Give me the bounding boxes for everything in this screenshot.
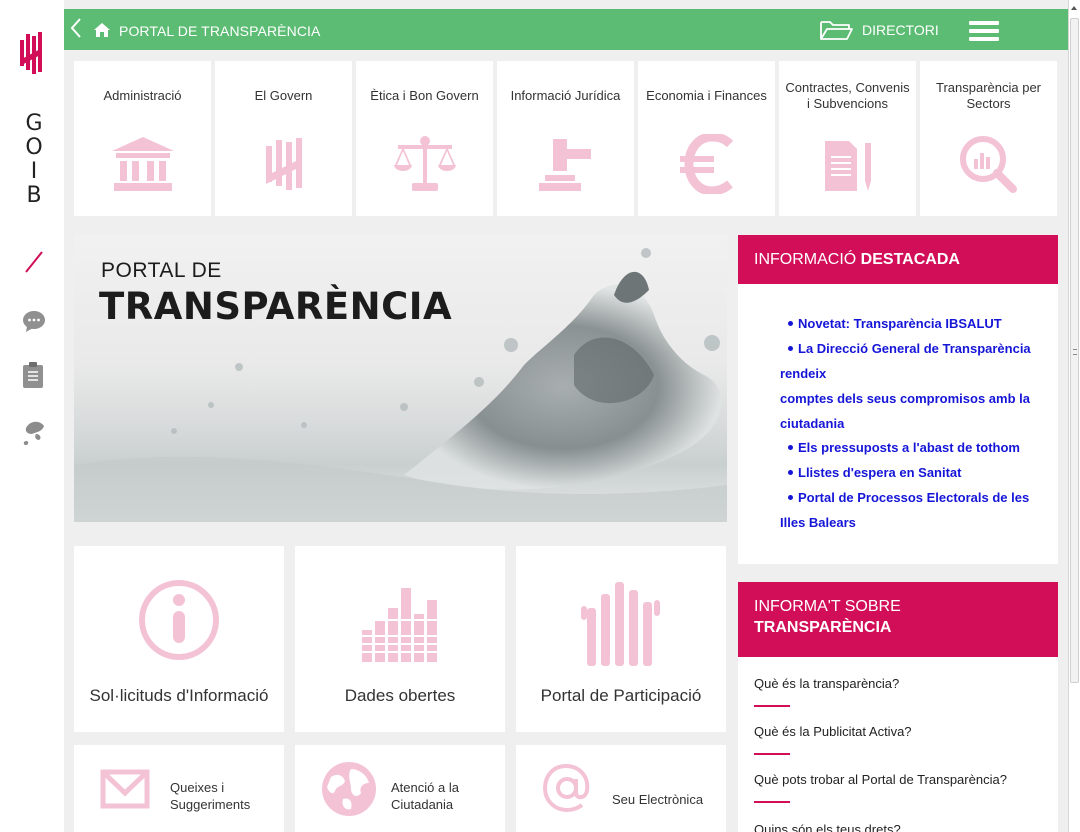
gavel-icon bbox=[497, 131, 634, 196]
clipboard-icon[interactable] bbox=[22, 362, 44, 393]
category-tile-contractes[interactable]: Contractes, Convenis i Subvencions bbox=[779, 61, 916, 216]
tile-label: Sol·licituds d'Informació bbox=[89, 686, 269, 705]
news-link[interactable]: La Direcció General de Transparència bbox=[798, 336, 1031, 361]
category-label: Economia i Finances bbox=[646, 88, 767, 103]
at-sign-icon bbox=[542, 763, 592, 818]
faq-divider bbox=[754, 753, 790, 755]
bar-chart-icon bbox=[295, 578, 505, 668]
faq-divider bbox=[754, 801, 790, 803]
chevron-left-icon[interactable] bbox=[70, 17, 82, 43]
news-link-cont[interactable]: ciutadania bbox=[780, 411, 844, 436]
faq-link[interactable]: Quins són els teus drets? bbox=[754, 822, 901, 832]
folder-icon[interactable] bbox=[819, 19, 853, 46]
category-tile-economia[interactable]: Economia i Finances bbox=[638, 61, 775, 216]
main-content: PORTAL DE TRANSPARÈNCIA DIRECTORI Admini… bbox=[64, 0, 1068, 832]
hero-title: TRANSPARÈNCIA bbox=[99, 285, 453, 328]
category-tile-etica[interactable]: Ètica i Bon Govern bbox=[356, 61, 493, 216]
news-link-cont[interactable]: rendeix bbox=[780, 361, 826, 386]
globe-icon bbox=[321, 762, 377, 822]
news-link[interactable]: Novetat: Transparència IBSALUT bbox=[798, 311, 1002, 336]
complaints-tile[interactable]: Queixes i Suggeriments bbox=[74, 745, 284, 832]
slash-icon bbox=[24, 250, 44, 279]
citizen-service-tile[interactable]: Atenció a la Ciutadania bbox=[295, 745, 505, 832]
balearic-map-icon[interactable] bbox=[22, 418, 48, 453]
featured-info-header: INFORMACIÓ DESTACADA bbox=[738, 235, 1058, 284]
chat-icon[interactable] bbox=[22, 310, 46, 337]
news-link-cont[interactable]: Illes Balears bbox=[780, 510, 856, 535]
info-requests-tile[interactable]: Sol·licituds d'Informació bbox=[74, 546, 284, 732]
category-label: Administració bbox=[103, 88, 182, 103]
directory-link[interactable]: DIRECTORI bbox=[862, 22, 939, 38]
page: G O I B PORTAL DE TRANSPARÈNCIA DIRECTOR… bbox=[0, 0, 1080, 832]
learn-about-title-2: TRANSPARÈNCIA bbox=[754, 619, 892, 636]
news-link-cont[interactable]: comptes dels seus compromisos amb la bbox=[780, 386, 1030, 411]
featured-info-panel: INFORMACIÓ DESTACADA Novetat: Transparèn… bbox=[738, 235, 1058, 564]
goib-letter: B bbox=[26, 183, 42, 208]
goib-rail: G O I B bbox=[0, 0, 64, 832]
category-tile-sectors[interactable]: Transparència per Sectors bbox=[920, 61, 1057, 216]
hamburger-icon[interactable] bbox=[969, 21, 999, 41]
envelope-icon bbox=[100, 769, 150, 814]
participation-tile[interactable]: Portal de Participació bbox=[516, 546, 726, 732]
scroll-up-arrow-icon[interactable] bbox=[1071, 6, 1077, 10]
featured-title-bold: DESTACADA bbox=[860, 251, 960, 268]
featured-title-normal: INFORMACIÓ bbox=[754, 251, 861, 268]
open-data-tile[interactable]: Dades obertes bbox=[295, 546, 505, 732]
top-navigation-bar: PORTAL DE TRANSPARÈNCIA DIRECTORI bbox=[64, 9, 1068, 50]
hero-banner: PORTAL DE TRANSPARÈNCIA bbox=[74, 235, 727, 522]
category-tile-juridica[interactable]: Informació Jurídica bbox=[497, 61, 634, 216]
scales-icon bbox=[356, 131, 493, 196]
raised-hands-icon bbox=[516, 578, 726, 668]
category-tile-govern[interactable]: El Govern bbox=[215, 61, 352, 216]
government-logo-icon bbox=[215, 131, 352, 196]
scrollbar-thumb[interactable] bbox=[1070, 18, 1079, 683]
tile-label: Portal de Participació bbox=[540, 686, 702, 705]
tile-label: Atenció a la Ciutadania bbox=[391, 780, 459, 812]
category-label: Transparència per Sectors bbox=[935, 80, 1041, 111]
faq-link[interactable]: Què és la transparència? bbox=[754, 676, 899, 691]
learn-about-panel: INFORMA'T SOBRE TRANSPARÈNCIA Què és la … bbox=[738, 582, 1058, 832]
goib-letter: G bbox=[25, 111, 43, 136]
category-tiles: Administració El Govern Ètica i Bon Gove… bbox=[74, 61, 1058, 216]
category-tile-administracio[interactable]: Administració bbox=[74, 61, 211, 216]
portal-title-link[interactable]: PORTAL DE TRANSPARÈNCIA bbox=[119, 23, 320, 39]
document-pen-icon bbox=[779, 131, 916, 196]
euro-icon bbox=[638, 131, 775, 196]
category-label: Ètica i Bon Govern bbox=[370, 88, 479, 103]
category-label: Informació Jurídica bbox=[510, 88, 621, 103]
faq-link[interactable]: Què pots trobar al Portal de Transparènc… bbox=[754, 772, 1007, 787]
tile-label: Seu Electrònica bbox=[612, 792, 704, 807]
news-link[interactable]: Llistes d'espera en Sanitat bbox=[798, 460, 961, 485]
goib-letter: O bbox=[25, 135, 43, 160]
info-icon bbox=[74, 578, 284, 668]
learn-about-title-1: INFORMA'T SOBRE bbox=[754, 598, 901, 615]
news-link[interactable]: Portal de Processos Electorals de les bbox=[798, 485, 1029, 510]
category-label: Contractes, Convenis i Subvencions bbox=[785, 80, 910, 111]
category-label: El Govern bbox=[254, 88, 313, 103]
home-icon[interactable] bbox=[94, 23, 110, 42]
learn-about-header: INFORMA'T SOBRE TRANSPARÈNCIA bbox=[738, 582, 1058, 657]
vertical-scrollbar[interactable] bbox=[1068, 0, 1080, 832]
faq-divider bbox=[754, 705, 790, 707]
goib-letter: I bbox=[30, 159, 38, 184]
magnifier-chart-icon bbox=[920, 131, 1057, 196]
hero-subtitle: PORTAL DE bbox=[101, 259, 222, 282]
faq-link[interactable]: Què és la Publicitat Activa? bbox=[754, 724, 912, 739]
building-icon bbox=[74, 131, 211, 196]
news-link[interactable]: Els pressuposts a l'abast de tothom bbox=[798, 435, 1020, 460]
goib-wordmark: G O I B bbox=[22, 112, 46, 208]
e-office-tile[interactable]: Seu Electrònica bbox=[516, 745, 726, 832]
govern-logo-icon[interactable] bbox=[20, 30, 44, 91]
tile-label: Queixes i Suggeriments bbox=[170, 780, 251, 812]
tile-label: Dades obertes bbox=[344, 686, 456, 705]
